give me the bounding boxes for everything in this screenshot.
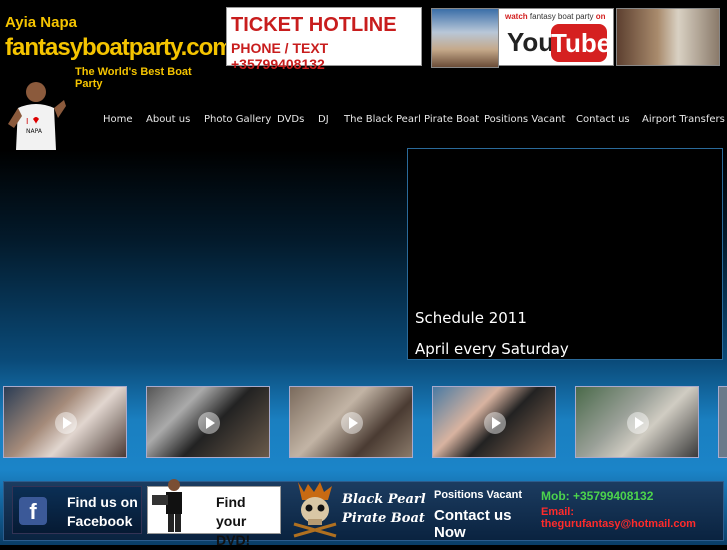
cameraman-figure <box>152 479 182 532</box>
schedule-year: Schedule 2011 <box>415 309 527 327</box>
video-thumbnail[interactable] <box>432 386 556 458</box>
play-icon <box>198 412 220 434</box>
group-photo-banner[interactable] <box>616 8 720 66</box>
contact-us-now-label: Contact us Now <box>434 507 512 541</box>
play-icon <box>627 412 649 434</box>
schedule-days: April every Saturday <box>415 340 569 358</box>
schedule-panel: Schedule 2011 April every Saturday <box>407 148 723 360</box>
facebook-label: Find us on Facebook <box>67 494 138 529</box>
logo-site-name: fantasyboatparty.com <box>5 34 234 61</box>
video-thumbnail[interactable] <box>146 386 270 458</box>
nav-airport-transfers[interactable]: Airport Transfers <box>642 114 725 125</box>
ticket-hotline-banner[interactable]: TICKET HOTLINE PHONE / TEXT +35799408132 <box>226 7 422 72</box>
boat-party-photo[interactable] <box>431 8 499 68</box>
video-thumbnail-partial[interactable] <box>718 386 727 458</box>
play-icon <box>55 412 77 434</box>
youtube-logo-you: You <box>507 27 555 57</box>
contact-info: Mob: +35799408132 Email: thegurufantasy@… <box>538 486 718 534</box>
find-dvd-label: Find your DVD! <box>216 494 251 548</box>
site-logo[interactable]: Ayia Napa fantasyboatparty.com The World… <box>5 12 234 90</box>
video-thumbnail[interactable] <box>289 386 413 458</box>
black-pearl-label: Black Pearl Pirate Boat <box>342 492 426 526</box>
svg-text:I: I <box>26 117 28 126</box>
logo-town: Ayia Napa <box>5 14 77 31</box>
nav-home[interactable]: Home <box>103 114 133 125</box>
mobile-number: Mob: +35799408132 <box>541 489 654 503</box>
email-address[interactable]: Email: thegurufantasy@hotmail.com <box>541 506 718 530</box>
play-icon <box>341 412 363 434</box>
logo-tagline: The World's Best Boat Party <box>75 66 192 90</box>
nav-dvds[interactable]: DVDs <box>277 114 304 125</box>
find-dvd-button[interactable]: Find your DVD! <box>147 479 281 548</box>
black-pearl-button[interactable]: Black Pearl Pirate Boat <box>288 478 426 538</box>
youtube-banner[interactable]: watch fantasy boat party on You Tube <box>498 8 614 66</box>
youtube-watch-text: watch fantasy boat party on <box>505 12 606 21</box>
mascot-avatar: I NAPA <box>8 82 66 150</box>
pirate-skull-icon <box>293 482 337 538</box>
video-thumbnail[interactable] <box>575 386 699 458</box>
play-icon <box>484 412 506 434</box>
youtube-logo-tube: Tube <box>551 24 611 62</box>
svg-text:NAPA: NAPA <box>26 128 43 135</box>
nav-positions-vacant[interactable]: Positions Vacant <box>484 114 565 125</box>
facebook-button[interactable]: f Find us on Facebook <box>12 486 142 534</box>
hotline-title: TICKET HOTLINE <box>231 14 397 36</box>
hotline-phone: PHONE / TEXT +35799408132 <box>231 40 329 72</box>
video-thumbnail[interactable] <box>3 386 127 458</box>
facebook-icon: f <box>19 497 47 525</box>
nav-about-us[interactable]: About us <box>146 114 190 125</box>
main-nav: Home About us Photo Gallery DVDs DJ The … <box>95 114 727 130</box>
positions-vacant-label: Positions Vacant <box>434 489 523 501</box>
nav-photo-gallery[interactable]: Photo Gallery <box>204 114 271 125</box>
positions-vacant-button[interactable]: Positions Vacant Contact us Now <box>432 486 536 541</box>
nav-contact-us[interactable]: Contact us <box>576 114 630 125</box>
nav-black-pearl[interactable]: The Black Pearl Pirate Boat <box>344 114 479 125</box>
nav-dj[interactable]: DJ <box>318 114 329 125</box>
